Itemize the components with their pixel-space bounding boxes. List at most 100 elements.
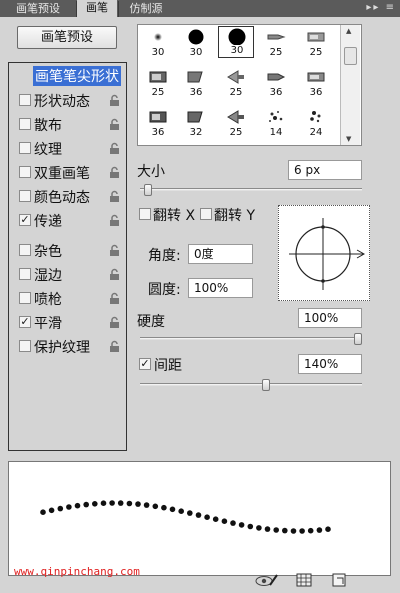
brush-tip-selected[interactable]: 30 (218, 26, 254, 58)
size-input[interactable]: 6 px (288, 160, 362, 180)
brush-tip-size: 25 (229, 87, 243, 98)
option-smoothing[interactable]: ✓ 平滑 (9, 311, 126, 333)
option-protect-texture[interactable]: 保护纹理 (9, 335, 126, 357)
spacing-input[interactable]: 140% (298, 354, 362, 374)
scroll-down-icon[interactable]: ▼ (346, 135, 351, 143)
option-checkbox[interactable] (19, 190, 31, 202)
preview-dot (126, 500, 133, 507)
option-checkbox[interactable] (19, 166, 31, 178)
preview-dot (92, 501, 98, 507)
preview-dot (273, 527, 280, 533)
lock-icon[interactable] (109, 244, 120, 257)
option-label: 散布 (34, 118, 62, 134)
lock-icon[interactable] (109, 166, 120, 179)
preview-dot (83, 501, 89, 508)
option-transfer[interactable]: ✓ 传递 (9, 209, 126, 231)
lock-icon[interactable] (109, 268, 120, 281)
preview-dot (109, 500, 115, 506)
brush-tip-grid: 30 30 30 25 25 25 36 25 36 36 36 32 25 1… (137, 24, 362, 146)
option-checkbox[interactable] (19, 340, 31, 352)
square-brush-icon (149, 111, 167, 123)
flip-x-checkbox[interactable] (139, 208, 151, 220)
brush-tip[interactable]: 25 (298, 27, 334, 59)
brush-tip[interactable]: 25 (258, 27, 294, 59)
hardness-slider-track[interactable] (140, 337, 362, 340)
grid-icon[interactable] (296, 572, 312, 588)
brush-tip[interactable]: 24 (298, 107, 334, 139)
brush-tip[interactable]: 25 (218, 107, 254, 139)
lock-icon[interactable] (109, 316, 120, 329)
lock-icon[interactable] (109, 340, 120, 353)
lock-icon[interactable] (109, 292, 120, 305)
new-page-icon[interactable] (331, 572, 347, 588)
lock-icon[interactable] (109, 214, 120, 227)
brush-tip[interactable]: 36 (298, 67, 334, 99)
brush-tip-size: 32 (189, 127, 203, 138)
option-noise[interactable]: 杂色 (9, 239, 126, 261)
roundness-input[interactable]: 100% (188, 278, 253, 298)
lock-icon[interactable] (109, 118, 120, 131)
option-checkbox[interactable] (19, 244, 31, 256)
lock-icon[interactable] (109, 190, 120, 203)
spacing-slider-track[interactable] (140, 383, 362, 386)
brush-presets-button[interactable]: 画笔预设 (17, 26, 117, 49)
brush-tip[interactable]: 25 (218, 67, 254, 99)
angled-brush-icon (187, 111, 203, 123)
option-checkbox[interactable] (19, 94, 31, 106)
eye-brush-icon[interactable] (255, 572, 279, 588)
brush-grid-scrollbar[interactable]: ▲ ▼ (340, 25, 360, 145)
option-label: 喷枪 (34, 292, 62, 308)
brush-tip[interactable]: 36 (258, 67, 294, 99)
option-label: 纹理 (34, 142, 62, 158)
scroll-up-icon[interactable]: ▲ (346, 27, 351, 35)
soft-dot-icon (154, 33, 162, 41)
scroll-thumb[interactable] (344, 47, 357, 65)
flip-x-label: 翻转 X (153, 208, 196, 224)
option-wet-edges[interactable]: 湿边 (9, 263, 126, 285)
option-shape-dynamics[interactable]: 形状动态 (9, 89, 126, 111)
panel-menu-icon[interactable]: ▸▸ ≡ (366, 2, 396, 13)
preview-dot (230, 520, 236, 526)
option-checkbox[interactable] (19, 292, 31, 304)
angle-roundness-widget[interactable] (278, 205, 370, 301)
preview-dot (48, 507, 55, 514)
option-checkbox[interactable] (19, 268, 31, 280)
option-brush-tip-shape[interactable]: 画笔笔尖形状 (9, 65, 126, 87)
spacing-slider-thumb[interactable] (261, 379, 270, 391)
size-slider-thumb[interactable] (144, 184, 153, 196)
brush-tip[interactable]: 30 (178, 27, 214, 59)
tab-clone-source[interactable]: 仿制源 (118, 1, 173, 17)
lock-icon[interactable] (109, 142, 120, 155)
option-checkbox[interactable] (19, 118, 31, 130)
tab-brush[interactable]: 画笔 (77, 0, 117, 17)
option-label: 湿边 (34, 268, 62, 284)
tab-brush-presets[interactable]: 画笔预设 (0, 1, 77, 17)
option-label: 形状动态 (34, 94, 90, 110)
option-checkbox[interactable]: ✓ (19, 214, 31, 226)
brush-tip[interactable]: 32 (178, 107, 214, 139)
brush-tip-size: 36 (269, 87, 283, 98)
option-texture[interactable]: 纹理 (9, 137, 126, 159)
option-checkbox[interactable]: ✓ (19, 316, 31, 328)
spacing-checkbox[interactable]: ✓ (139, 358, 151, 370)
brush-tip[interactable]: 36 (140, 107, 176, 139)
lock-icon[interactable] (109, 94, 120, 107)
angle-input[interactable]: 0度 (188, 244, 253, 264)
hardness-slider-thumb[interactable] (354, 333, 362, 345)
hardness-input[interactable]: 100% (298, 308, 362, 328)
preview-dot (221, 518, 228, 524)
brush-tip[interactable]: 14 (258, 107, 294, 139)
brush-tip[interactable]: 30 (140, 27, 176, 59)
option-color-dynamics[interactable]: 颜色动态 (9, 185, 126, 207)
size-slider-track[interactable] (140, 188, 362, 191)
brush-tip[interactable]: 36 (178, 67, 214, 99)
preview-dot (152, 503, 159, 510)
option-scattering[interactable]: 散布 (9, 113, 126, 135)
stroke-preview (8, 461, 391, 576)
option-dual-brush[interactable]: 双重画笔 (9, 161, 126, 183)
brush-tip-size: 25 (229, 127, 243, 138)
flip-y-checkbox[interactable] (200, 208, 212, 220)
option-airbrush[interactable]: 喷枪 (9, 287, 126, 309)
option-checkbox[interactable] (19, 142, 31, 154)
brush-tip[interactable]: 25 (140, 67, 176, 99)
